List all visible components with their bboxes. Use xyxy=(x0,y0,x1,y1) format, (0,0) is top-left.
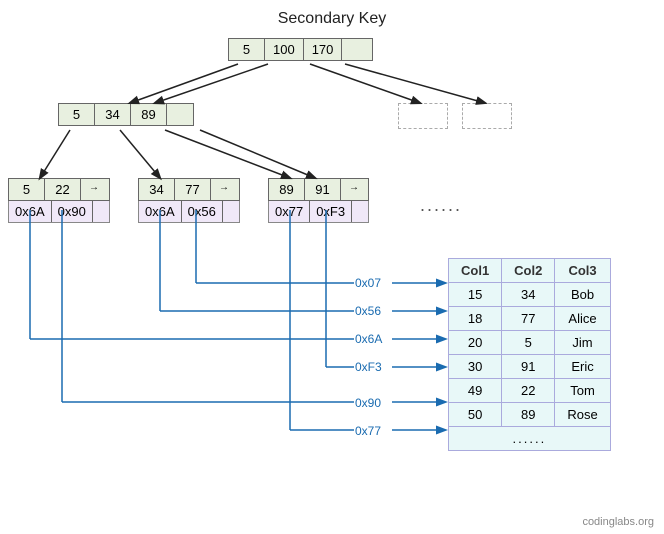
cell-r2c3: Alice xyxy=(555,307,610,331)
table-row-dots: ...... xyxy=(449,427,611,451)
footer-label: codinglabs.org xyxy=(582,516,654,528)
table-row: 20 5 Jim xyxy=(449,331,611,355)
level2-node-dashed-2 xyxy=(462,103,512,129)
level2-node-1: 5 34 89 xyxy=(58,103,194,126)
leaf1-val1: 5 xyxy=(9,179,45,200)
l2-cell-3: 89 xyxy=(131,104,167,125)
col-header-1: Col1 xyxy=(449,259,502,283)
leaf2-val2: 77 xyxy=(175,179,211,200)
cell-r3c2: 5 xyxy=(502,331,555,355)
l2-cell-2: 34 xyxy=(95,104,131,125)
table-row: 50 89 Rose xyxy=(449,403,611,427)
leaf2-ptr-empty xyxy=(223,201,239,222)
leaf3-val2: 91 xyxy=(305,179,341,200)
cell-r2c2: 77 xyxy=(502,307,555,331)
leaf3-ptr1: 0x77 xyxy=(269,201,310,222)
l2-cell-empty xyxy=(167,104,193,125)
hex-0x77: 0x77 xyxy=(355,424,381,438)
leaf-node-2: 34 77 → 0x6A 0x56 xyxy=(138,178,240,223)
leaf2-ptr2: 0x56 xyxy=(182,201,223,222)
root-cell-1: 5 xyxy=(229,39,265,60)
leaf2-ptr1: 0x6A xyxy=(139,201,182,222)
root-cell-3: 170 xyxy=(304,39,343,60)
leaf1-arrow: → xyxy=(81,179,107,200)
cell-r4c3: Eric xyxy=(555,355,610,379)
cell-r5c3: Tom xyxy=(555,379,610,403)
cell-r2c1: 18 xyxy=(449,307,502,331)
hex-0xF3: 0xF3 xyxy=(355,360,382,374)
leaf1-ptr1: 0x6A xyxy=(9,201,52,222)
hex-0x90: 0x90 xyxy=(355,396,381,410)
leaf3-ptr-empty xyxy=(352,201,368,222)
table-row: 49 22 Tom xyxy=(449,379,611,403)
leaf3-ptr2: 0xF3 xyxy=(310,201,352,222)
col-header-3: Col3 xyxy=(555,259,610,283)
leaf-node-1: 5 22 → 0x6A 0x90 xyxy=(8,178,110,223)
cell-r1c1: 15 xyxy=(449,283,502,307)
cell-r5c1: 49 xyxy=(449,379,502,403)
root-cell-2: 100 xyxy=(265,39,304,60)
middle-dots: ...... xyxy=(420,195,462,216)
cell-r3c1: 20 xyxy=(449,331,502,355)
cell-r4c1: 30 xyxy=(449,355,502,379)
hex-0x6A: 0x6A xyxy=(355,332,382,346)
cell-r6c1: 50 xyxy=(449,403,502,427)
table-row: 18 77 Alice xyxy=(449,307,611,331)
root-node: 5 100 170 xyxy=(228,38,373,61)
leaf3-val1: 89 xyxy=(269,179,305,200)
table-dots: ...... xyxy=(449,427,611,451)
hex-0x07: 0x07 xyxy=(355,276,381,290)
table-row: 30 91 Eric xyxy=(449,355,611,379)
table-row: 15 34 Bob xyxy=(449,283,611,307)
cell-r1c3: Bob xyxy=(555,283,610,307)
leaf3-arrow: → xyxy=(341,179,367,200)
leaf1-ptr-empty xyxy=(93,201,109,222)
leaf2-val1: 34 xyxy=(139,179,175,200)
leaf-node-3: 89 91 → 0x77 0xF3 xyxy=(268,178,369,223)
leaf1-ptr2: 0x90 xyxy=(52,201,93,222)
root-cell-empty xyxy=(342,39,372,60)
hex-0x56: 0x56 xyxy=(355,304,381,318)
cell-r3c3: Jim xyxy=(555,331,610,355)
col-header-2: Col2 xyxy=(502,259,555,283)
leaf2-arrow: → xyxy=(211,179,237,200)
cell-r1c2: 34 xyxy=(502,283,555,307)
leaf1-val2: 22 xyxy=(45,179,81,200)
data-table: Col1 Col2 Col3 15 34 Bob 18 77 Alice 20 … xyxy=(448,258,611,451)
cell-r6c2: 89 xyxy=(502,403,555,427)
cell-r4c2: 91 xyxy=(502,355,555,379)
l2-cell-1: 5 xyxy=(59,104,95,125)
level2-node-dashed-1 xyxy=(398,103,448,129)
cell-r6c3: Rose xyxy=(555,403,610,427)
page-title: Secondary Key xyxy=(0,0,664,28)
cell-r5c2: 22 xyxy=(502,379,555,403)
